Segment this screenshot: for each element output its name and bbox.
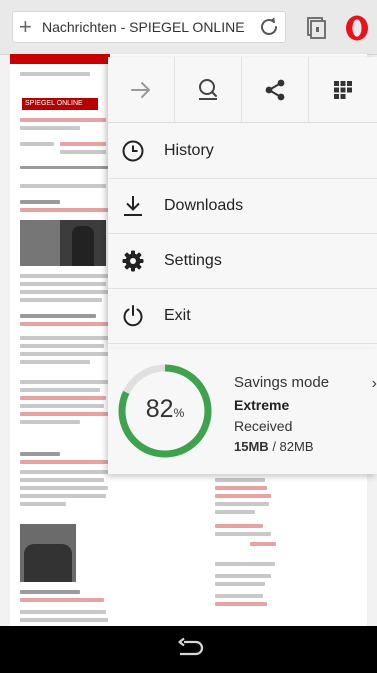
page-link-line bbox=[20, 412, 108, 416]
page-link-line bbox=[20, 598, 104, 602]
page-text-line bbox=[20, 478, 104, 482]
download-icon bbox=[124, 196, 142, 216]
share-button[interactable] bbox=[242, 57, 309, 122]
spiegel-logo: SPIEGEL ONLINE bbox=[22, 98, 98, 110]
page-text-line bbox=[215, 594, 263, 598]
savings-mode-panel[interactable]: 82% Savings mode › Extreme Received 15MB… bbox=[108, 349, 377, 474]
savings-title: Savings mode bbox=[234, 374, 330, 391]
page-text-line bbox=[20, 344, 104, 348]
new-tab-plus-icon[interactable]: + bbox=[19, 16, 37, 38]
page-link-line bbox=[20, 118, 106, 122]
page-link-line bbox=[215, 486, 267, 490]
navigation-bar bbox=[0, 626, 377, 673]
page-text-line bbox=[20, 126, 80, 130]
page-text-line bbox=[20, 290, 108, 294]
page-heading-line bbox=[20, 452, 60, 456]
share-icon bbox=[265, 79, 285, 100]
received-label: Received bbox=[234, 418, 293, 434]
page-heading-line bbox=[20, 200, 60, 204]
page-text-line bbox=[20, 404, 104, 408]
page-text-line bbox=[215, 582, 265, 586]
apps-grid-icon bbox=[333, 80, 352, 99]
received-amount: 15MB / 82MB bbox=[234, 439, 314, 454]
page-text-line bbox=[20, 274, 108, 278]
page-heading-line bbox=[20, 314, 96, 318]
menu-item-label: Downloads bbox=[164, 197, 244, 214]
menu-action-row bbox=[108, 57, 377, 123]
page-text-line bbox=[215, 574, 271, 578]
page-text-line bbox=[215, 478, 265, 482]
page-link-line bbox=[215, 494, 271, 498]
page-text-line bbox=[20, 142, 54, 146]
history-icon bbox=[122, 140, 144, 162]
chevron-right-icon[interactable]: › bbox=[372, 375, 377, 393]
page-link-line bbox=[20, 208, 108, 212]
page-text-line bbox=[20, 380, 108, 384]
page-link-line bbox=[215, 602, 267, 606]
percent-sign: % bbox=[173, 406, 185, 420]
page-text-line bbox=[215, 502, 269, 506]
page-link-line bbox=[20, 396, 106, 400]
article-photo[interactable] bbox=[20, 220, 106, 266]
menu-item-label: Exit bbox=[164, 307, 191, 324]
menu-item-exit[interactable]: Exit bbox=[108, 289, 377, 344]
page-link-line bbox=[250, 542, 276, 546]
gear-icon bbox=[122, 250, 144, 272]
page-text-line bbox=[60, 150, 106, 154]
page-text-line bbox=[20, 618, 108, 622]
page-text-line bbox=[20, 494, 106, 498]
page-text-line bbox=[20, 184, 106, 188]
opera-menu-icon[interactable] bbox=[344, 14, 370, 42]
menu-item-history[interactable]: History bbox=[108, 124, 377, 179]
page-text-line bbox=[215, 562, 275, 566]
page-header-strip bbox=[10, 54, 110, 64]
power-icon bbox=[123, 305, 143, 327]
total-value: / 82MB bbox=[272, 439, 314, 454]
apps-button[interactable] bbox=[309, 57, 376, 122]
page-text-line bbox=[20, 360, 90, 364]
page-text-line bbox=[20, 352, 108, 356]
browser-toolbar: + Nachrichten - SPIEGEL ONLINE bbox=[0, 0, 377, 55]
forward-button[interactable] bbox=[108, 57, 175, 122]
back-icon[interactable] bbox=[174, 637, 206, 661]
page-text-line bbox=[20, 470, 108, 474]
page-text-line bbox=[20, 502, 66, 506]
savings-percent-number: 82 bbox=[145, 395, 174, 423]
arrow-forward-icon bbox=[131, 81, 150, 98]
article-photo[interactable] bbox=[20, 524, 76, 582]
page-link-line bbox=[215, 524, 263, 528]
page-text-line bbox=[215, 532, 271, 536]
page-divider bbox=[20, 166, 108, 169]
page-text-line bbox=[20, 72, 90, 76]
page-link-line bbox=[60, 142, 106, 146]
page-text-line bbox=[20, 282, 106, 286]
page-heading-line bbox=[20, 590, 80, 594]
page-text-line bbox=[20, 486, 108, 490]
savings-percent: 82% bbox=[115, 395, 215, 424]
browser-menu: History Downloads Settings Exit bbox=[108, 57, 377, 349]
page-text-line bbox=[20, 610, 106, 614]
page-text-line bbox=[20, 298, 102, 302]
find-in-page-button[interactable] bbox=[175, 57, 242, 122]
menu-item-downloads[interactable]: Downloads bbox=[108, 179, 377, 234]
menu-item-settings[interactable]: Settings bbox=[108, 234, 377, 289]
page-title-text[interactable]: Nachrichten - SPIEGEL ONLINE bbox=[42, 19, 260, 35]
search-page-icon bbox=[199, 78, 217, 100]
tabs-icon[interactable] bbox=[304, 16, 328, 40]
page-link-line bbox=[20, 322, 108, 326]
page-link-line bbox=[20, 460, 108, 464]
menu-item-label: Settings bbox=[164, 252, 222, 269]
page-text-line bbox=[20, 420, 80, 424]
address-bar[interactable]: + Nachrichten - SPIEGEL ONLINE bbox=[12, 11, 286, 43]
page-text-line bbox=[20, 336, 108, 340]
page-text-line bbox=[20, 388, 100, 392]
menu-item-label: History bbox=[164, 142, 214, 159]
savings-mode-value: Extreme bbox=[234, 397, 290, 413]
page-text-line bbox=[215, 510, 255, 514]
received-value: 15MB bbox=[234, 439, 269, 454]
reload-icon[interactable] bbox=[257, 15, 281, 39]
